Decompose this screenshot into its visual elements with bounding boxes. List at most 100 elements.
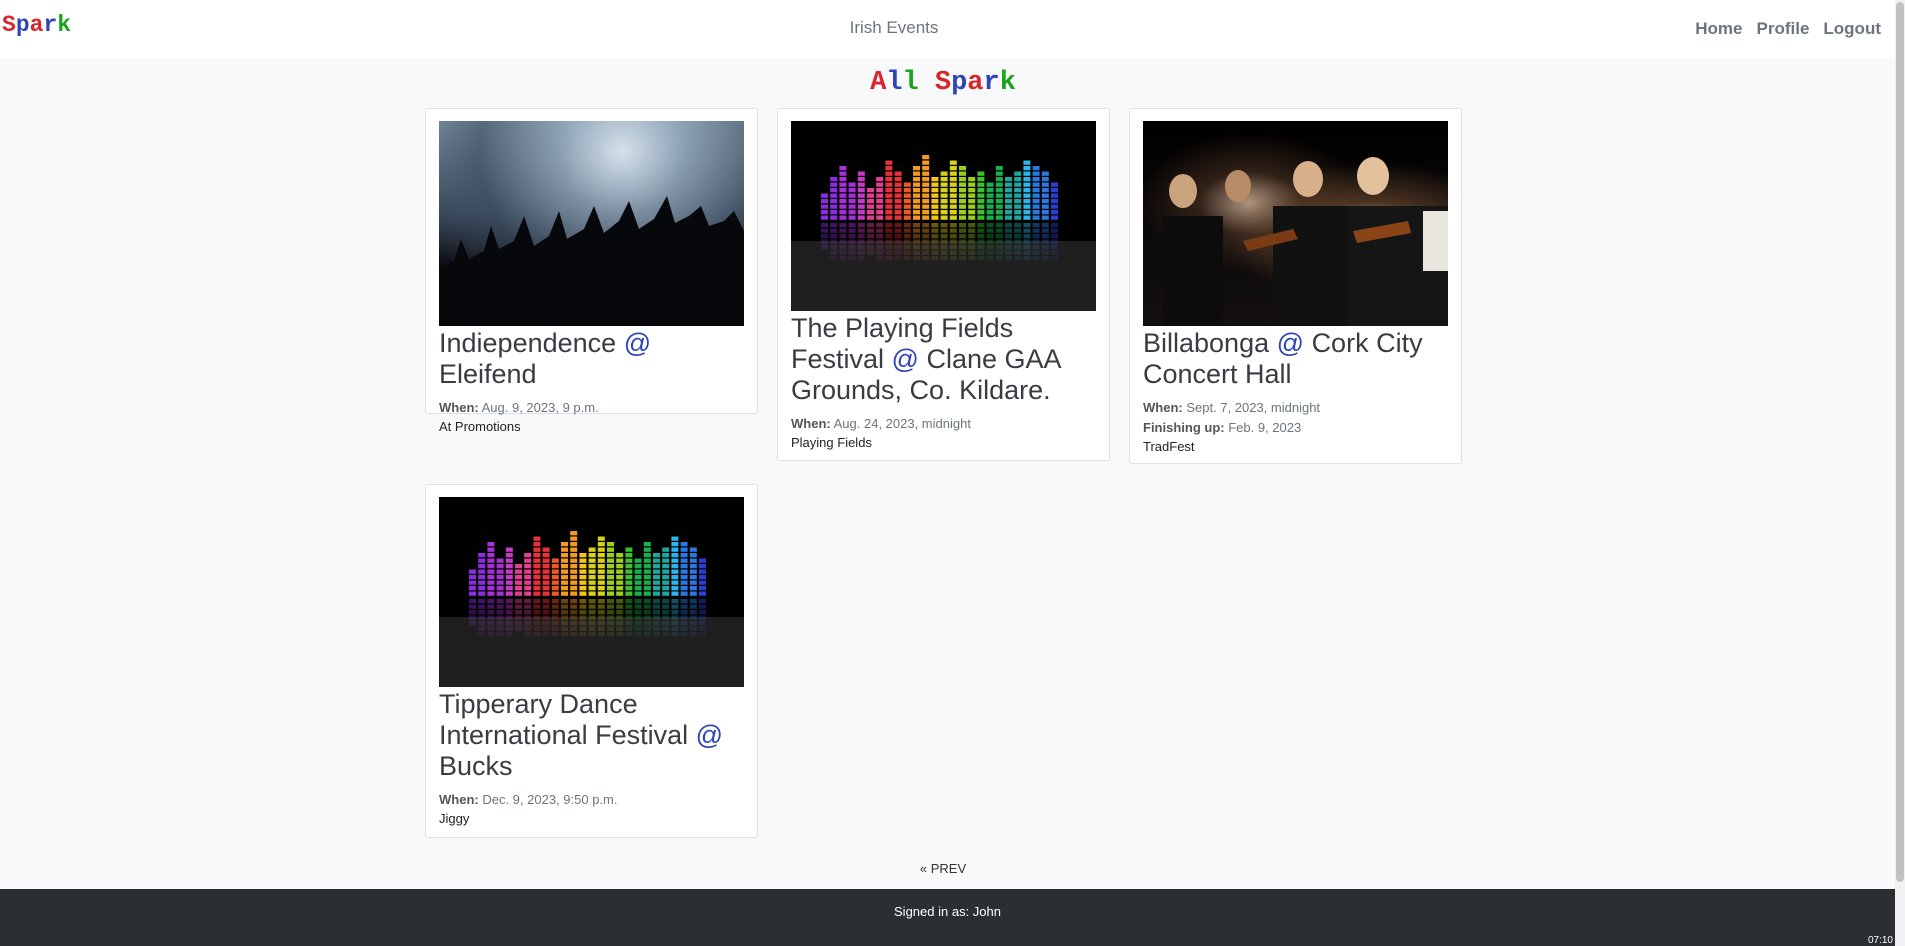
equalizer-cell bbox=[524, 575, 532, 580]
equalizer-reflection-cell bbox=[478, 610, 486, 615]
nav-profile-link[interactable]: Profile bbox=[1757, 19, 1810, 39]
equalizer-reflection-cell bbox=[699, 604, 706, 609]
equalizer-cell bbox=[949, 171, 957, 176]
event-image-concert-crowd[interactable] bbox=[439, 121, 744, 326]
equalizer-reflection-cell bbox=[689, 604, 697, 609]
equalizer-cell bbox=[995, 188, 1003, 193]
page-scrollbar[interactable] bbox=[1895, 0, 1905, 946]
equalizer-cell bbox=[607, 586, 614, 591]
equalizer-cell bbox=[959, 182, 966, 187]
equalizer-cell bbox=[1005, 199, 1012, 204]
equalizer-cell bbox=[625, 575, 633, 580]
equalizer-cell bbox=[579, 586, 587, 591]
event-card-tipperary[interactable]: Tipperary Dance International Festival @… bbox=[425, 484, 758, 838]
equalizer-cell bbox=[931, 193, 939, 198]
event-name[interactable]: Indiependence bbox=[439, 328, 616, 358]
equalizer-cell bbox=[469, 580, 476, 585]
equalizer-reflection-cell bbox=[977, 234, 985, 239]
equalizer-reflection-cell bbox=[949, 223, 957, 228]
equalizer-reflection-cell bbox=[469, 604, 476, 609]
equalizer-cell bbox=[885, 215, 893, 220]
event-card-billabonga[interactable]: Billabonga @ Cork City Concert Hall When… bbox=[1129, 108, 1462, 464]
equalizer-reflection-cell bbox=[913, 228, 920, 233]
event-name[interactable]: Billabonga bbox=[1143, 328, 1269, 358]
equalizer-reflection-cell bbox=[607, 610, 614, 615]
equalizer-cell bbox=[857, 193, 865, 198]
equalizer-cell bbox=[931, 199, 939, 204]
equalizer-reflection-cell bbox=[848, 223, 856, 228]
equalizer-cell bbox=[487, 558, 495, 563]
event-card-indiependence[interactable]: Indiependence @ Eleifend When: Aug. 9, 2… bbox=[425, 108, 758, 434]
equalizer-reflection-cell bbox=[542, 599, 550, 604]
equalizer-reflection-cell bbox=[885, 223, 893, 228]
equalizer-reflection-cell bbox=[940, 228, 948, 233]
equalizer-cell bbox=[533, 575, 541, 580]
equalizer-cell bbox=[496, 569, 504, 574]
equalizer-reflection-cell bbox=[839, 234, 847, 239]
equalizer-reflection-cell bbox=[662, 599, 670, 604]
equalizer-cell bbox=[524, 586, 532, 591]
equalizer-cell bbox=[977, 199, 985, 204]
equalizer-cell bbox=[588, 586, 596, 591]
equalizer-reflection-cell bbox=[885, 228, 893, 233]
equalizer-cell bbox=[515, 591, 522, 596]
equalizer-reflection-cell bbox=[949, 228, 957, 233]
event-image-orchestra[interactable] bbox=[1143, 121, 1448, 326]
equalizer-cell bbox=[579, 558, 587, 563]
equalizer-cell bbox=[1005, 215, 1012, 220]
equalizer-reflection-cell bbox=[524, 610, 532, 615]
equalizer-cell bbox=[551, 591, 559, 596]
equalizer-cell bbox=[1014, 182, 1022, 187]
event-venue[interactable]: Eleifend bbox=[439, 359, 537, 389]
equalizer-cell bbox=[699, 591, 706, 596]
event-card-playing-fields[interactable]: The Playing Fields Festival @ Clane GAA … bbox=[777, 108, 1110, 461]
event-organizer: Playing Fields bbox=[791, 435, 872, 450]
equalizer-cell bbox=[1014, 215, 1022, 220]
equalizer-reflection-cell bbox=[830, 234, 838, 239]
equalizer-cell bbox=[616, 575, 624, 580]
equalizer-cell bbox=[894, 182, 902, 187]
equalizer-reflection-cell bbox=[524, 604, 532, 609]
equalizer-cell bbox=[959, 204, 966, 209]
equalizer-reflection-cell bbox=[922, 228, 930, 233]
equalizer-cell bbox=[894, 210, 902, 215]
equalizer-cell bbox=[680, 580, 688, 585]
when-label: When: bbox=[439, 400, 479, 415]
equalizer-cell bbox=[949, 204, 957, 209]
event-image-equalizer[interactable] bbox=[791, 121, 1096, 311]
equalizer-cell bbox=[653, 586, 660, 591]
equalizer-cell bbox=[940, 188, 948, 193]
equalizer-cell bbox=[830, 193, 838, 198]
equalizer-cell bbox=[643, 569, 651, 574]
equalizer-cell bbox=[903, 210, 911, 215]
scrollbar-thumb[interactable] bbox=[1896, 2, 1904, 882]
event-image-equalizer[interactable] bbox=[439, 497, 744, 687]
equalizer-cell bbox=[1041, 210, 1049, 215]
event-title[interactable]: Tipperary Dance International Festival @… bbox=[439, 689, 744, 782]
title-all-letter: A bbox=[870, 68, 887, 98]
equalizer-cell bbox=[680, 542, 688, 547]
event-title[interactable]: The Playing Fields Festival @ Clane GAA … bbox=[791, 313, 1096, 406]
equalizer-reflection-cell bbox=[1051, 223, 1058, 228]
event-name[interactable]: Tipperary Dance International Festival bbox=[439, 689, 688, 750]
equalizer-cell bbox=[561, 547, 568, 552]
equalizer-cell bbox=[505, 575, 513, 580]
nav-logout-link[interactable]: Logout bbox=[1823, 19, 1881, 39]
nav-home-link[interactable]: Home bbox=[1695, 19, 1742, 39]
equalizer-cell bbox=[570, 536, 578, 541]
event-title[interactable]: Indiependence @ Eleifend bbox=[439, 328, 744, 390]
event-venue[interactable]: Bucks bbox=[439, 751, 513, 781]
equalizer-reflection-cell bbox=[959, 234, 966, 239]
equalizer-cell bbox=[643, 553, 651, 558]
equalizer-cell bbox=[931, 188, 939, 193]
equalizer-cell bbox=[968, 182, 976, 187]
prev-page-link[interactable]: « PREV bbox=[920, 861, 966, 876]
equalizer-cell bbox=[1051, 193, 1058, 198]
equalizer-cell bbox=[949, 193, 957, 198]
equalizer-cell bbox=[570, 591, 578, 596]
event-title[interactable]: Billabonga @ Cork City Concert Hall bbox=[1143, 328, 1448, 390]
equalizer-cell bbox=[699, 558, 706, 563]
equalizer-cell bbox=[1014, 204, 1022, 209]
equalizer-cell bbox=[607, 564, 614, 569]
equalizer-cell bbox=[680, 586, 688, 591]
